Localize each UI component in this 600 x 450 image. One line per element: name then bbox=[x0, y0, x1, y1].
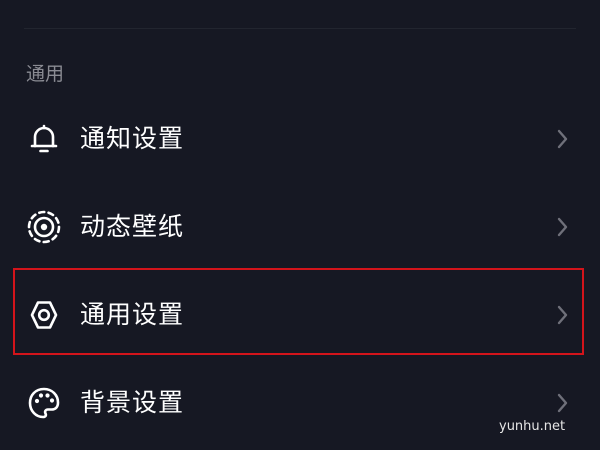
section-title: 通用 bbox=[26, 63, 65, 85]
palette-icon bbox=[25, 384, 63, 422]
settings-list: 通知设置 动态壁纸 通用设置 背景设置 bbox=[0, 95, 600, 447]
chevron-right-icon bbox=[553, 216, 571, 238]
live-wallpaper-icon bbox=[25, 208, 63, 246]
bell-icon bbox=[25, 120, 63, 158]
settings-item-live-wallpaper[interactable]: 动态壁纸 bbox=[0, 183, 600, 271]
top-divider bbox=[24, 28, 576, 29]
chevron-right-icon bbox=[553, 128, 571, 150]
watermark: yunhu.net bbox=[499, 419, 566, 434]
settings-item-label: 动态壁纸 bbox=[80, 212, 185, 241]
settings-item-notifications[interactable]: 通知设置 bbox=[0, 95, 600, 183]
settings-item-general[interactable]: 通用设置 bbox=[0, 271, 600, 359]
chevron-right-icon bbox=[553, 304, 571, 326]
settings-item-label: 背景设置 bbox=[80, 388, 185, 417]
settings-item-label: 通知设置 bbox=[80, 124, 185, 153]
gear-icon bbox=[25, 296, 63, 334]
settings-item-label: 通用设置 bbox=[80, 300, 185, 329]
chevron-right-icon bbox=[553, 392, 571, 414]
